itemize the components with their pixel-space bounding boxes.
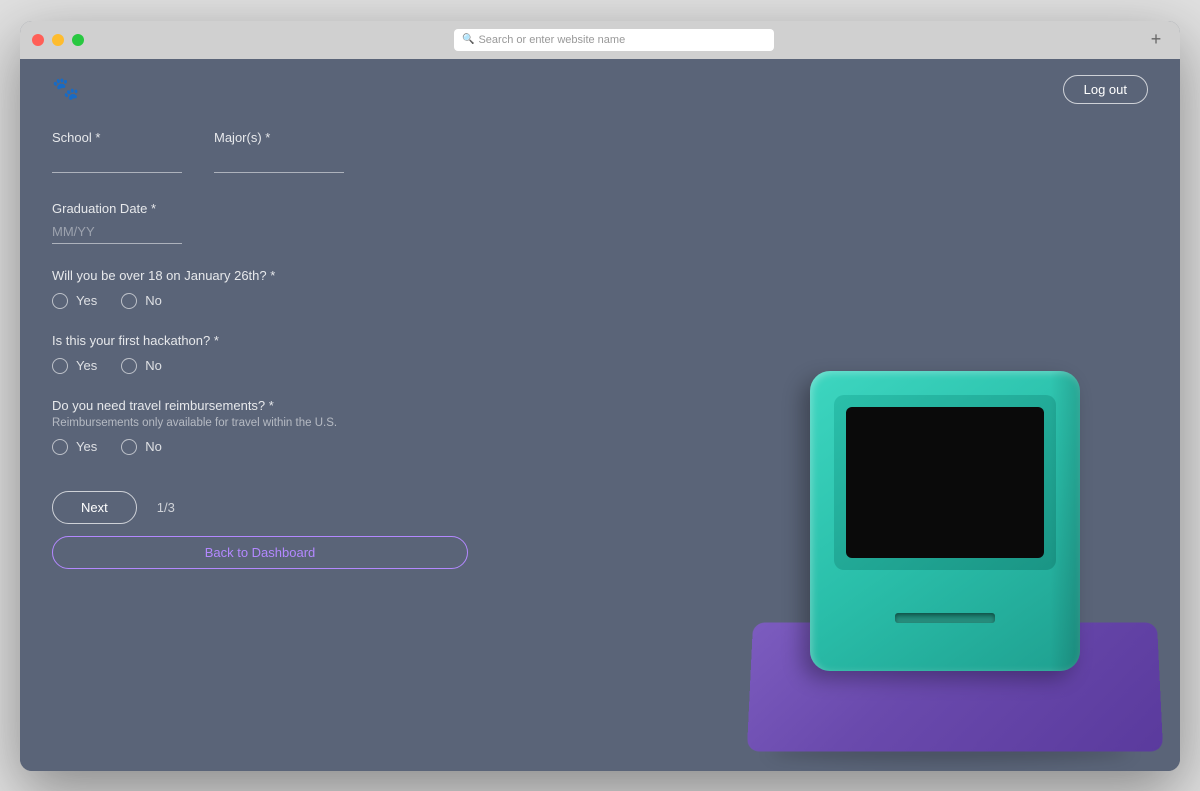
school-field: School *: [52, 130, 182, 173]
browser-titlebar: 🔍 Search or enter website name +: [20, 21, 1180, 59]
age-question-text: Will you be over 18 on January 26th? *: [52, 268, 468, 283]
travel-question-text: Do you need travel reimbursements? *: [52, 398, 468, 413]
graduation-field: Graduation Date *: [52, 201, 468, 244]
computer-disk-slot: [895, 613, 995, 623]
graduation-input[interactable]: [52, 220, 182, 244]
hackathon-question-block: Is this your first hackathon? * Yes No: [52, 333, 468, 374]
age-yes-radio[interactable]: [52, 293, 68, 309]
hackathon-no-label[interactable]: No: [121, 358, 162, 374]
computer-screen: [846, 407, 1044, 558]
close-button[interactable]: [32, 34, 44, 46]
major-label: Major(s) *: [214, 130, 344, 145]
school-input[interactable]: [52, 149, 182, 173]
age-no-label[interactable]: No: [121, 293, 162, 309]
minimize-button[interactable]: [52, 34, 64, 46]
new-tab-button[interactable]: +: [1144, 28, 1168, 52]
next-button[interactable]: Next: [52, 491, 137, 524]
hackathon-radio-group: Yes No: [52, 358, 468, 374]
hackathon-question-text: Is this your first hackathon? *: [52, 333, 468, 348]
school-label: School *: [52, 130, 182, 145]
app-content: 🐾 Log out School * Major(s) *: [20, 59, 1180, 771]
travel-yes-label[interactable]: Yes: [52, 439, 97, 455]
dashboard-button[interactable]: Back to Dashboard: [52, 536, 468, 569]
next-button-row: Next 1/3: [52, 491, 468, 524]
travel-yes-radio[interactable]: [52, 439, 68, 455]
computer-screen-bezel: [834, 395, 1056, 570]
page-indicator: 1/3: [157, 500, 175, 515]
address-bar[interactable]: 🔍 Search or enter website name: [454, 29, 774, 51]
travel-radio-group: Yes No: [52, 439, 468, 455]
travel-subtext: Reimbursements only available for travel…: [52, 417, 468, 429]
school-major-row: School * Major(s) *: [52, 130, 468, 173]
main-content: School * Major(s) * Graduation Date *: [20, 120, 1180, 771]
graduation-label: Graduation Date *: [52, 201, 468, 216]
form-section: School * Major(s) * Graduation Date *: [20, 120, 500, 771]
browser-window: 🔍 Search or enter website name + 🐾 Log o…: [20, 21, 1180, 771]
illustration-area: [730, 271, 1150, 771]
age-yes-label[interactable]: Yes: [52, 293, 97, 309]
app-logo: 🐾: [52, 76, 79, 102]
app-header: 🐾 Log out: [20, 59, 1180, 120]
travel-no-label[interactable]: No: [121, 439, 162, 455]
address-placeholder: Search or enter website name: [478, 34, 625, 46]
travel-no-radio[interactable]: [121, 439, 137, 455]
logout-button[interactable]: Log out: [1063, 75, 1148, 104]
maximize-button[interactable]: [72, 34, 84, 46]
age-radio-group: Yes No: [52, 293, 468, 309]
travel-question-block: Do you need travel reimbursements? * Rei…: [52, 398, 468, 455]
age-no-radio[interactable]: [121, 293, 137, 309]
major-field: Major(s) *: [214, 130, 344, 173]
age-question-block: Will you be over 18 on January 26th? * Y…: [52, 268, 468, 309]
major-input[interactable]: [214, 149, 344, 173]
hackathon-yes-radio[interactable]: [52, 358, 68, 374]
computer-3d-body: [810, 371, 1080, 671]
hackathon-yes-label[interactable]: Yes: [52, 358, 97, 374]
hackathon-no-radio[interactable]: [121, 358, 137, 374]
address-bar-container: 🔍 Search or enter website name: [152, 29, 1076, 51]
graduation-block: Graduation Date *: [52, 201, 468, 244]
